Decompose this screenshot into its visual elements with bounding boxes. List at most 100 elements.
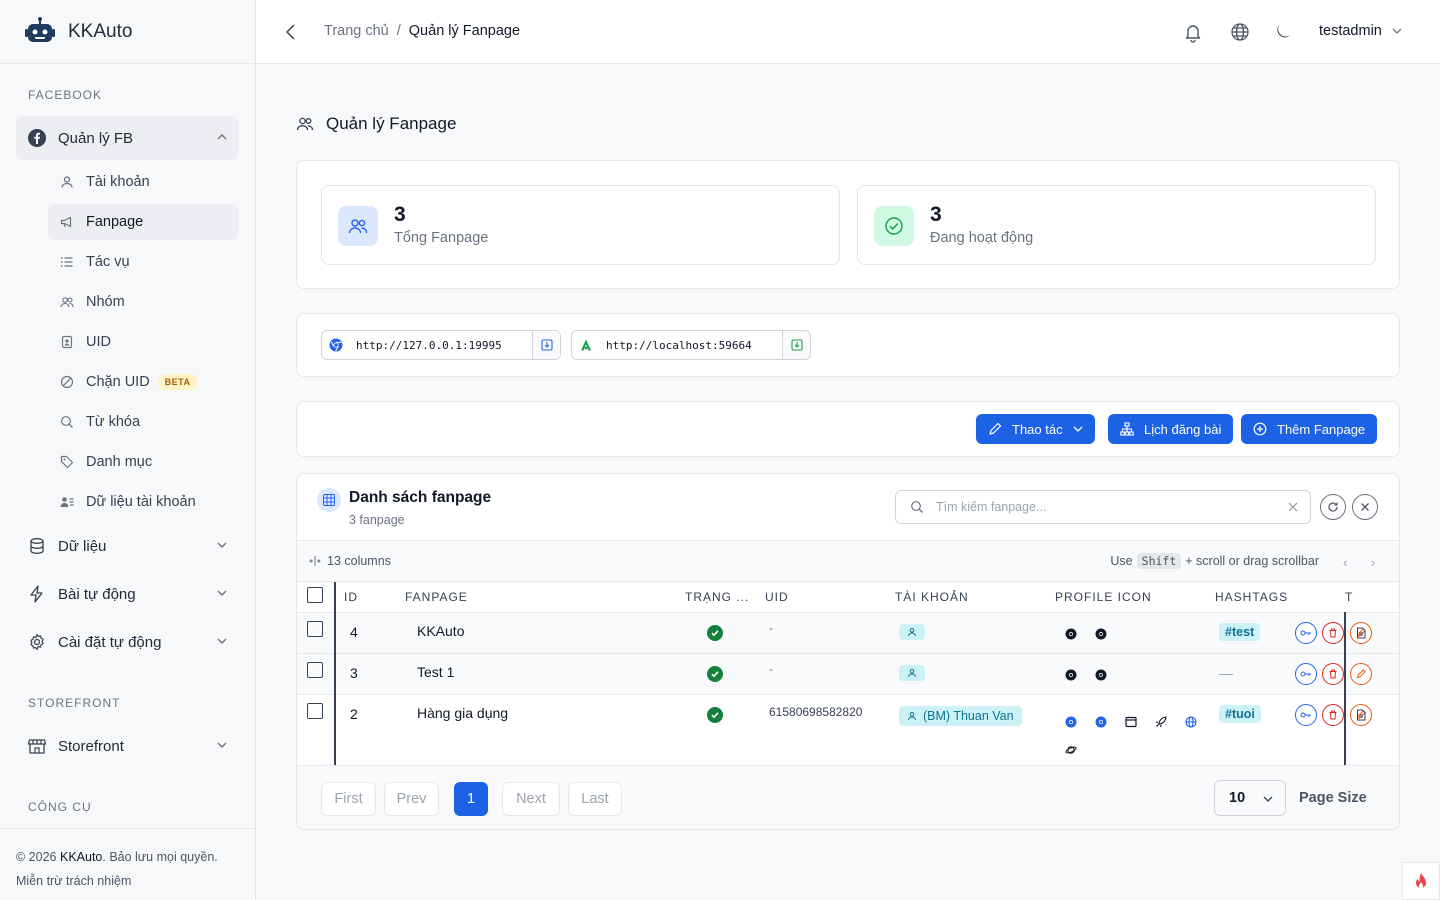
- sidebar-item-tai-khoan[interactable]: Tài khoản: [48, 164, 239, 200]
- account-badge[interactable]: [899, 664, 925, 681]
- prev-page-button[interactable]: Prev: [384, 782, 439, 816]
- row-profile-icons: [1055, 653, 1215, 695]
- user-icon: [908, 668, 916, 677]
- chevron-down-icon: [1263, 796, 1273, 802]
- account-name: (BM) Thuan Van: [923, 708, 1014, 723]
- nav-group-du-lieu[interactable]: Dữ liệu: [16, 524, 239, 568]
- row-checkbox-cell: [297, 612, 336, 654]
- copy-url-button[interactable]: [532, 331, 560, 359]
- first-page-button[interactable]: First: [321, 782, 376, 816]
- section-cong-cu: CÔNG CỤ: [28, 800, 92, 814]
- table-row[interactable]: 2 Hàng gia dụng 61580698582820 (BM) Thua…: [297, 694, 1399, 766]
- endpoint-url[interactable]: http://localhost:59664: [600, 339, 782, 352]
- globe-icon[interactable]: [1229, 21, 1251, 43]
- moon-icon[interactable]: [1271, 21, 1293, 43]
- page-size-select[interactable]: 10: [1214, 780, 1286, 816]
- nav-group-cai-dat-tu-dong[interactable]: Cài đặt tự động: [16, 620, 239, 664]
- account-badge[interactable]: [899, 623, 925, 640]
- delete-button[interactable]: [1322, 622, 1344, 644]
- sidebar-item-label: Fanpage: [86, 214, 144, 230]
- column-header-id[interactable]: ID: [335, 582, 405, 613]
- them-fanpage-button[interactable]: Thêm Fanpage: [1241, 414, 1378, 444]
- search-icon: [60, 415, 74, 429]
- refresh-button[interactable]: [1320, 494, 1346, 520]
- search-input[interactable]: [924, 500, 1288, 514]
- document-icon[interactable]: [1355, 709, 1367, 721]
- beta-badge: BETA: [157, 374, 198, 390]
- row-fanpage-name[interactable]: Hàng gia dụng: [405, 694, 685, 766]
- user-menu[interactable]: testadmin: [1319, 23, 1402, 39]
- sidebar-item-chan-uid[interactable]: Chặn UID BETA: [48, 364, 239, 400]
- user-icon: [908, 627, 916, 636]
- sidebar-item-tu-khoa[interactable]: Từ khóa: [48, 404, 239, 440]
- column-count[interactable]: 13 columns: [309, 554, 391, 568]
- page-1-button[interactable]: 1: [454, 782, 488, 816]
- scroll-right-icon[interactable]: ›: [1371, 555, 1375, 570]
- row-fanpage-name[interactable]: Test 1: [405, 653, 685, 695]
- sidebar-item-label: Chặn UID: [86, 374, 150, 390]
- row-checkbox[interactable]: [307, 702, 323, 719]
- endpoint-url[interactable]: http://127.0.0.1:19995: [350, 339, 532, 352]
- row-checkbox[interactable]: [307, 620, 323, 637]
- page-title: Quản lý Fanpage: [296, 114, 456, 134]
- lich-dang-bai-button[interactable]: Lịch đăng bài: [1108, 414, 1234, 444]
- column-header-profile-icon[interactable]: PROFILE ICON: [1055, 582, 1215, 613]
- key-button[interactable]: [1295, 704, 1317, 726]
- scroll-left-icon[interactable]: ‹: [1343, 555, 1347, 570]
- thao-tac-button[interactable]: Thao tác: [976, 414, 1095, 444]
- select-all-checkbox[interactable]: [307, 587, 323, 604]
- row-account: [895, 653, 1055, 695]
- next-page-button[interactable]: Next: [502, 782, 560, 816]
- key-button[interactable]: [1295, 663, 1317, 685]
- column-header-fanpage[interactable]: FANPAGE: [405, 582, 685, 613]
- delete-button[interactable]: [1322, 663, 1344, 685]
- key-button[interactable]: [1295, 622, 1317, 644]
- key-icon: [1300, 630, 1311, 636]
- page-size-value: 10: [1229, 790, 1246, 806]
- table-row[interactable]: 4 KKAuto - #test: [297, 612, 1399, 654]
- row-profile-icons: [1055, 612, 1215, 654]
- sidebar-item-nhom[interactable]: Nhóm: [48, 284, 239, 320]
- nav-group-bai-tu-dong[interactable]: Bài tự động: [16, 572, 239, 616]
- copy-url-button[interactable]: [782, 331, 810, 359]
- nav-group-quan-ly-fb[interactable]: Quản lý FB: [16, 116, 239, 160]
- sidebar-item-tac-vu[interactable]: Tác vụ: [48, 244, 239, 280]
- row-fanpage-name[interactable]: KKAuto: [405, 612, 685, 654]
- chevron-up-icon: [217, 134, 227, 140]
- delete-button[interactable]: [1322, 704, 1344, 726]
- close-button[interactable]: [1352, 494, 1378, 520]
- hashtag: #tuoi: [1219, 704, 1261, 723]
- brand[interactable]: KKAuto: [0, 0, 255, 64]
- sidebar-item-fanpage[interactable]: Fanpage: [48, 204, 239, 240]
- column-header-account[interactable]: TÀI KHOẢN: [895, 582, 1055, 613]
- user-data-icon: [60, 495, 74, 509]
- last-page-button[interactable]: Last: [568, 782, 622, 816]
- edit-button[interactable]: [1350, 662, 1372, 685]
- nav-group-storefront[interactable]: Storefront: [16, 724, 239, 768]
- table-row[interactable]: 3 Test 1 - —: [297, 653, 1399, 695]
- sidebar-item-uid[interactable]: UID: [48, 324, 239, 360]
- block-icon: [60, 375, 74, 389]
- document-icon[interactable]: [1355, 627, 1367, 639]
- clear-icon[interactable]: [1288, 502, 1298, 512]
- column-header-uid[interactable]: UID: [765, 582, 895, 613]
- users-icon: [338, 206, 378, 246]
- sidebar-item-danh-muc[interactable]: Danh mục: [48, 444, 239, 480]
- flame-icon[interactable]: [1402, 862, 1440, 900]
- account-badge[interactable]: (BM) Thuan Van: [899, 705, 1022, 726]
- row-uid[interactable]: 61580698582820: [765, 694, 895, 766]
- column-header-status[interactable]: TRẠNG ...: [685, 582, 765, 613]
- check-icon: [707, 665, 723, 682]
- pencil-icon: [1356, 668, 1366, 678]
- sidebar: KKAuto FACEBOOK Quản lý FB Tài khoản Fan…: [0, 0, 256, 900]
- back-arrow-icon[interactable]: [282, 22, 300, 42]
- column-header-more[interactable]: T: [1345, 582, 1399, 613]
- row-profile-icons: [1055, 694, 1215, 766]
- row-checkbox[interactable]: [307, 661, 323, 678]
- breadcrumb-home[interactable]: Trang chủ: [324, 23, 389, 39]
- bell-icon[interactable]: [1182, 21, 1204, 43]
- row-uid: -: [765, 612, 895, 654]
- column-header-hashtags[interactable]: HASHTAGS: [1215, 582, 1345, 613]
- sidebar-item-du-lieu-tai-khoan[interactable]: Dữ liệu tài khoản: [48, 484, 239, 520]
- disclaimer-link[interactable]: Miễn trừ trách nhiệm: [16, 869, 240, 893]
